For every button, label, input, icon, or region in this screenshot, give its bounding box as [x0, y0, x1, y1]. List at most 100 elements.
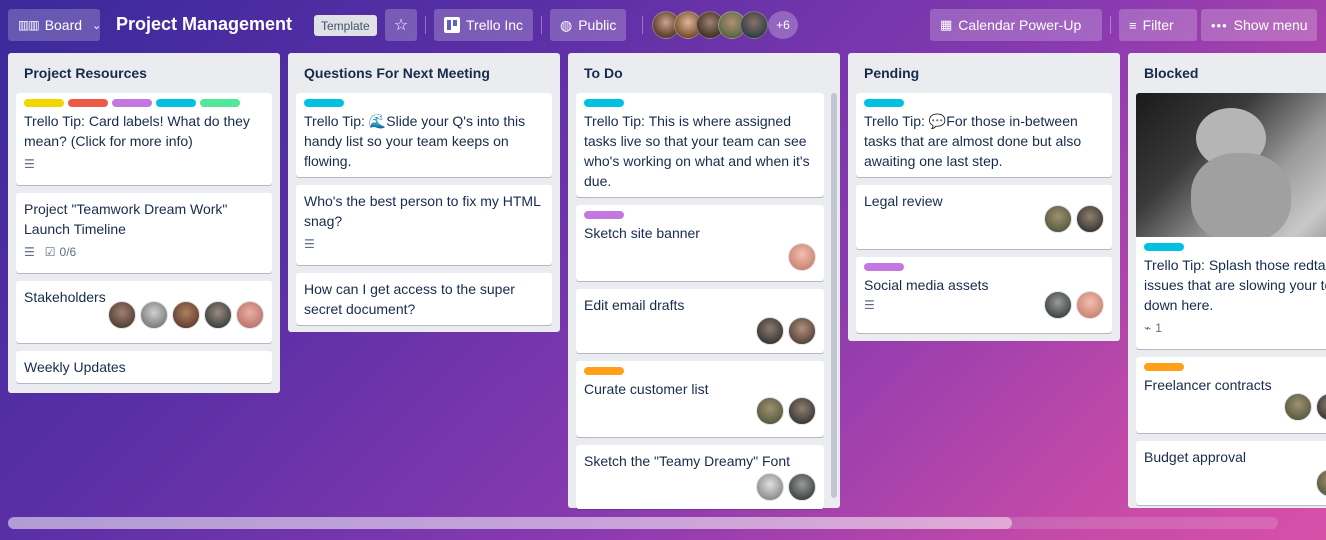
list-title[interactable]: Blocked	[1136, 53, 1318, 93]
member-avatar[interactable]	[108, 301, 136, 329]
card-title: Project "Teamwork Dream Work" Launch Tim…	[24, 201, 228, 237]
member-avatar[interactable]	[1076, 291, 1104, 319]
member-avatar[interactable]	[788, 473, 816, 501]
board-title[interactable]: Project Management	[116, 14, 292, 35]
label-sky[interactable]	[1144, 243, 1184, 251]
member-avatar[interactable]	[236, 301, 264, 329]
calendar-powerup-button[interactable]: ▦ Calendar Power-Up	[930, 9, 1102, 41]
card-title: Weekly Updates	[24, 359, 126, 375]
description-icon: ☰	[304, 237, 315, 251]
checklist-count: 0/6	[59, 245, 77, 259]
card-title: Trello Tip: 💬For those in-between tasks …	[864, 113, 1082, 169]
card-title: How can I get access to the super secret…	[304, 281, 515, 317]
card[interactable]: Stakeholders	[16, 281, 272, 343]
label-purple[interactable]	[864, 263, 904, 271]
card-title: Who's the best person to fix my HTML sna…	[304, 193, 541, 229]
label-sky[interactable]	[156, 99, 196, 107]
list-to-do: To Do Trello Tip: This is where assigned…	[568, 53, 840, 509]
card[interactable]: Weekly Updates	[16, 351, 272, 383]
card-title: Sketch site banner	[584, 225, 700, 241]
visibility-label: Public	[578, 17, 617, 33]
card[interactable]: How can I get access to the super secret…	[296, 273, 552, 325]
card-title: Freelancer contracts	[1144, 377, 1272, 393]
list-title[interactable]: Pending	[856, 53, 1112, 93]
member-avatar[interactable]	[1044, 291, 1072, 319]
card[interactable]: Edit email drafts	[576, 289, 824, 353]
member-avatar[interactable]	[788, 397, 816, 425]
card[interactable]: Trello Tip: This is where assigned tasks…	[576, 93, 824, 197]
board-icon: ▥▥	[18, 18, 40, 32]
card-title: Trello Tip: 🌊Slide your Q's into this ha…	[304, 113, 526, 169]
globe-icon: ◍	[560, 16, 573, 33]
card[interactable]: Budget approval	[1136, 441, 1326, 505]
show-menu-label: Show menu	[1233, 17, 1308, 33]
member-avatar[interactable]	[756, 317, 784, 345]
card[interactable]: Who's the best person to fix my HTML sna…	[296, 185, 552, 265]
label-green[interactable]	[200, 99, 240, 107]
label-red[interactable]	[68, 99, 108, 107]
calendar-label: Calendar Power-Up	[958, 17, 1082, 33]
card-title: Trello Tip: Splash those redtape-heavy i…	[1144, 257, 1326, 313]
card[interactable]: Trello Tip: 💬For those in-between tasks …	[856, 93, 1112, 177]
checklist-badge: ☑ 0/6	[45, 242, 76, 262]
label-sky[interactable]	[304, 99, 344, 107]
member-avatar[interactable]	[172, 301, 200, 329]
workspace-button[interactable]: Trello Inc	[434, 9, 534, 41]
member-avatar[interactable]	[1076, 205, 1104, 233]
card[interactable]: Trello Tip: Card labels! What do they me…	[16, 93, 272, 185]
show-menu-button[interactable]: ••• Show menu	[1201, 9, 1317, 41]
member-avatar[interactable]	[740, 11, 768, 39]
card[interactable]: Freelancer contracts	[1136, 357, 1326, 433]
label-purple[interactable]	[112, 99, 152, 107]
card[interactable]: Sketch the "Teamy Dreamy" Font	[576, 445, 824, 509]
label-sky[interactable]	[864, 99, 904, 107]
list-blocked: Blocked Trello Tip: Splash those redtape…	[1128, 53, 1326, 508]
more-members-count[interactable]: +6	[768, 11, 798, 39]
label-yellow[interactable]	[24, 99, 64, 107]
card[interactable]: Social media assets ☰	[856, 257, 1112, 333]
description-icon: ☰	[24, 245, 35, 259]
member-avatar[interactable]	[756, 473, 784, 501]
list-title[interactable]: To Do	[576, 53, 832, 93]
label-sky[interactable]	[584, 99, 624, 107]
member-avatar[interactable]	[1044, 205, 1072, 233]
filter-label: Filter	[1142, 17, 1174, 33]
member-avatar[interactable]	[204, 301, 232, 329]
star-button[interactable]: ☆	[385, 9, 417, 41]
board-members[interactable]: +6	[652, 11, 798, 39]
filter-button[interactable]: ≡ Filter	[1119, 9, 1197, 41]
card-labels[interactable]	[24, 99, 264, 107]
card[interactable]: Curate customer list	[576, 361, 824, 437]
more-icon: •••	[1211, 17, 1228, 33]
member-avatar[interactable]	[788, 243, 816, 271]
member-avatar[interactable]	[788, 317, 816, 345]
list-scrollbar[interactable]	[831, 93, 837, 498]
board-view-switcher[interactable]: ▥▥ Board ⌄	[8, 9, 102, 41]
member-avatar[interactable]	[1284, 393, 1312, 421]
member-avatar[interactable]	[140, 301, 168, 329]
list-title[interactable]: Project Resources	[16, 53, 272, 93]
template-badge: Template	[314, 15, 377, 36]
star-icon: ☆	[393, 17, 409, 34]
checkbox-icon: ☑	[44, 245, 56, 259]
board-header: ▥▥ Board ⌄ Project Management Template ☆…	[0, 0, 1326, 50]
description-icon: ☰	[864, 298, 875, 312]
card[interactable]: Trello Tip: Splash those redtape-heavy i…	[1136, 93, 1326, 349]
member-avatar[interactable]	[1316, 393, 1326, 421]
board-scrollbar-thumb[interactable]	[8, 517, 1012, 529]
filter-icon: ≡	[1129, 17, 1137, 33]
attachment-badge: ⌁ 1	[1144, 318, 1162, 338]
visibility-button[interactable]: ◍ Public	[550, 9, 627, 41]
card-title: Trello Tip: Card labels! What do they me…	[24, 113, 250, 149]
label-orange[interactable]	[1144, 363, 1184, 371]
chevron-down-icon: ⌄	[92, 19, 102, 32]
member-avatar[interactable]	[756, 397, 784, 425]
card[interactable]: Trello Tip: 🌊Slide your Q's into this ha…	[296, 93, 552, 177]
card[interactable]: Legal review	[856, 185, 1112, 249]
label-purple[interactable]	[584, 211, 624, 219]
label-orange[interactable]	[584, 367, 624, 375]
card[interactable]: Sketch site banner	[576, 205, 824, 281]
list-title[interactable]: Questions For Next Meeting	[296, 53, 552, 93]
member-avatar[interactable]	[1316, 469, 1326, 497]
card[interactable]: Project "Teamwork Dream Work" Launch Tim…	[16, 193, 272, 273]
